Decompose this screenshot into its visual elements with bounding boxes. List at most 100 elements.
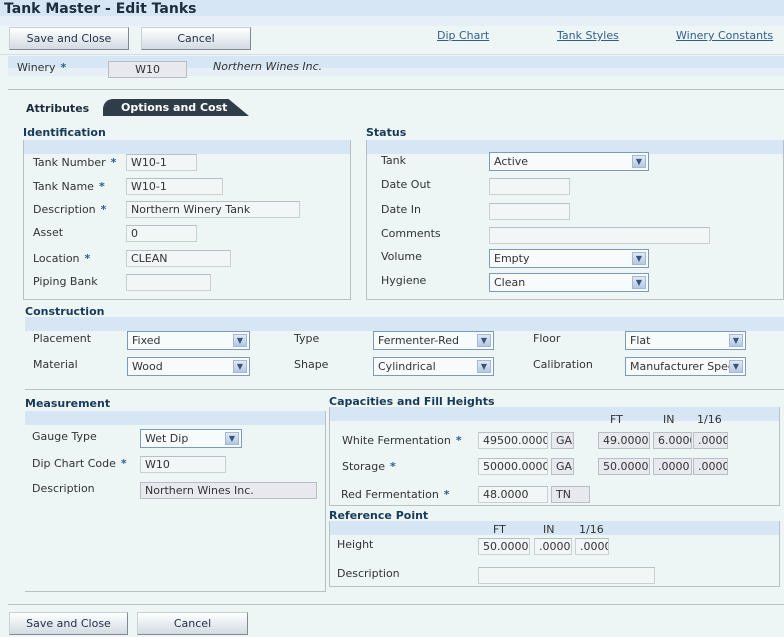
shape-label: Shape	[294, 358, 329, 371]
panel-header	[25, 317, 784, 331]
chevron-down-icon[interactable]: ▼	[233, 360, 247, 373]
winery-constants-link[interactable]: Winery Constants	[676, 29, 773, 42]
tank-number-label-text: Tank Number	[33, 156, 106, 169]
cancel-button[interactable]: Cancel	[141, 27, 251, 50]
identification-title: Identification	[23, 126, 106, 139]
storage-sixteenth-field: .0000	[693, 458, 728, 475]
placement-value: Fixed	[132, 334, 161, 347]
measurement-title: Measurement	[25, 397, 111, 410]
gauge-type-value: Wet Dip	[145, 432, 189, 445]
tank-name-label-text: Tank Name	[33, 180, 94, 193]
required-icon: *	[390, 460, 396, 473]
dip-chart-link[interactable]: Dip Chart	[437, 29, 489, 42]
volume-label: Volume	[381, 250, 422, 263]
status-title: Status	[366, 126, 407, 139]
location-label: Location *	[33, 252, 90, 265]
height-ft-field[interactable]: 50.0000	[478, 538, 530, 555]
piping-bank-field[interactable]	[126, 274, 211, 291]
shape-select[interactable]: Cylindrical ▼	[373, 357, 494, 376]
description-label-text: Description	[33, 203, 96, 216]
floor-select[interactable]: Flat ▼	[625, 331, 746, 350]
chevron-down-icon[interactable]: ▼	[632, 155, 646, 168]
material-label: Material	[33, 358, 78, 371]
required-icon: *	[100, 203, 107, 216]
capacities-col-ft: FT	[610, 413, 623, 426]
footer-save-and-close-button[interactable]: Save and Close	[9, 612, 128, 635]
tank-status-value: Active	[494, 155, 529, 168]
capacity-row-label-text: White Fermentation	[342, 434, 451, 447]
chevron-down-icon[interactable]: ▼	[729, 360, 743, 373]
type-label: Type	[294, 332, 320, 345]
location-field[interactable]: CLEAN	[126, 250, 231, 267]
dip-chart-code-label-text: Dip Chart Code	[32, 457, 116, 470]
reference-col-in: IN	[543, 523, 555, 536]
red-fermentation-uom-field: TN	[551, 486, 590, 503]
type-select[interactable]: Fermenter-Red ▼	[373, 331, 494, 350]
date-out-field[interactable]	[489, 178, 570, 195]
tank-name-field[interactable]: W10-1	[126, 178, 223, 195]
save-and-close-button[interactable]: Save and Close	[9, 27, 129, 50]
chevron-down-icon[interactable]: ▼	[477, 334, 491, 347]
tank-number-field[interactable]: W10-1	[126, 154, 197, 171]
winery-field[interactable]: W10	[108, 61, 187, 78]
height-sixteenth-field[interactable]: .0000	[575, 538, 609, 555]
gauge-type-select[interactable]: Wet Dip ▼	[140, 429, 242, 448]
volume-value: Empty	[494, 252, 530, 265]
calibration-select[interactable]: Manufacturer Specs ▼	[625, 357, 746, 376]
material-select[interactable]: Wood ▼	[127, 357, 250, 376]
date-in-field[interactable]	[489, 203, 570, 220]
page-title: Tank Master - Edit Tanks	[4, 1, 197, 17]
hygiene-select[interactable]: Clean ▼	[489, 273, 649, 292]
asset-label: Asset	[33, 226, 64, 239]
comments-field[interactable]	[489, 227, 710, 244]
tank-styles-link[interactable]: Tank Styles	[557, 29, 619, 42]
calibration-value: Manufacturer Specs	[630, 360, 740, 373]
header-divider	[8, 89, 784, 90]
white-fermentation-ft-field: 49.0000	[598, 432, 650, 449]
dip-chart-code-label: Dip Chart Code *	[32, 457, 127, 470]
height-in-field[interactable]: .0000	[534, 538, 572, 555]
calibration-label: Calibration	[533, 358, 593, 371]
gauge-type-label: Gauge Type	[32, 430, 97, 443]
storage-ft-field: 50.0000	[598, 458, 650, 475]
construction-panel	[25, 317, 784, 390]
height-label: Height	[337, 538, 374, 551]
tank-name-label: Tank Name *	[33, 180, 105, 193]
placement-select[interactable]: Fixed ▼	[127, 331, 250, 350]
tab-options-and-cost[interactable]: Options and Cost	[103, 99, 249, 116]
tank-number-label: Tank Number *	[33, 156, 116, 169]
chevron-down-icon[interactable]: ▼	[225, 432, 239, 445]
measurement-description-label: Description	[32, 482, 95, 495]
tank-status-label: Tank	[381, 154, 406, 167]
tank-status-select[interactable]: Active ▼	[489, 152, 649, 171]
description-field[interactable]: Northern Winery Tank	[126, 201, 300, 218]
chevron-down-icon[interactable]: ▼	[233, 334, 247, 347]
dip-chart-code-field[interactable]: W10	[140, 456, 226, 473]
capacities-col-in: IN	[663, 413, 675, 426]
required-icon: *	[98, 180, 105, 193]
capacity-row-label: Storage *	[342, 460, 396, 473]
footer-divider	[8, 604, 784, 605]
storage-capacity-field[interactable]: 50000.0000	[478, 458, 548, 475]
required-icon: *	[60, 61, 67, 74]
chevron-down-icon[interactable]: ▼	[632, 276, 646, 289]
chevron-down-icon[interactable]: ▼	[632, 252, 646, 265]
floor-label: Floor	[533, 332, 561, 345]
required-icon: *	[120, 457, 127, 470]
panel-header	[25, 411, 325, 425]
red-fermentation-capacity-field[interactable]: 48.0000	[478, 486, 548, 503]
white-fermentation-capacity-field[interactable]: 49500.0000	[478, 432, 548, 449]
white-fermentation-sixteenth-field: .0000	[693, 432, 728, 449]
required-icon: *	[455, 434, 462, 447]
chevron-down-icon[interactable]: ▼	[477, 360, 491, 373]
footer-cancel-button[interactable]: Cancel	[137, 612, 248, 635]
storage-in-field: .0000	[653, 458, 692, 475]
chevron-down-icon[interactable]: ▼	[729, 334, 743, 347]
reference-description-field[interactable]	[478, 567, 655, 584]
tab-attributes[interactable]: Attributes	[26, 102, 89, 115]
white-fermentation-in-field: 6.0000	[653, 432, 692, 449]
type-value: Fermenter-Red	[378, 334, 460, 347]
volume-select[interactable]: Empty ▼	[489, 249, 649, 268]
asset-field[interactable]: 0	[126, 225, 197, 242]
required-icon: *	[84, 252, 91, 265]
